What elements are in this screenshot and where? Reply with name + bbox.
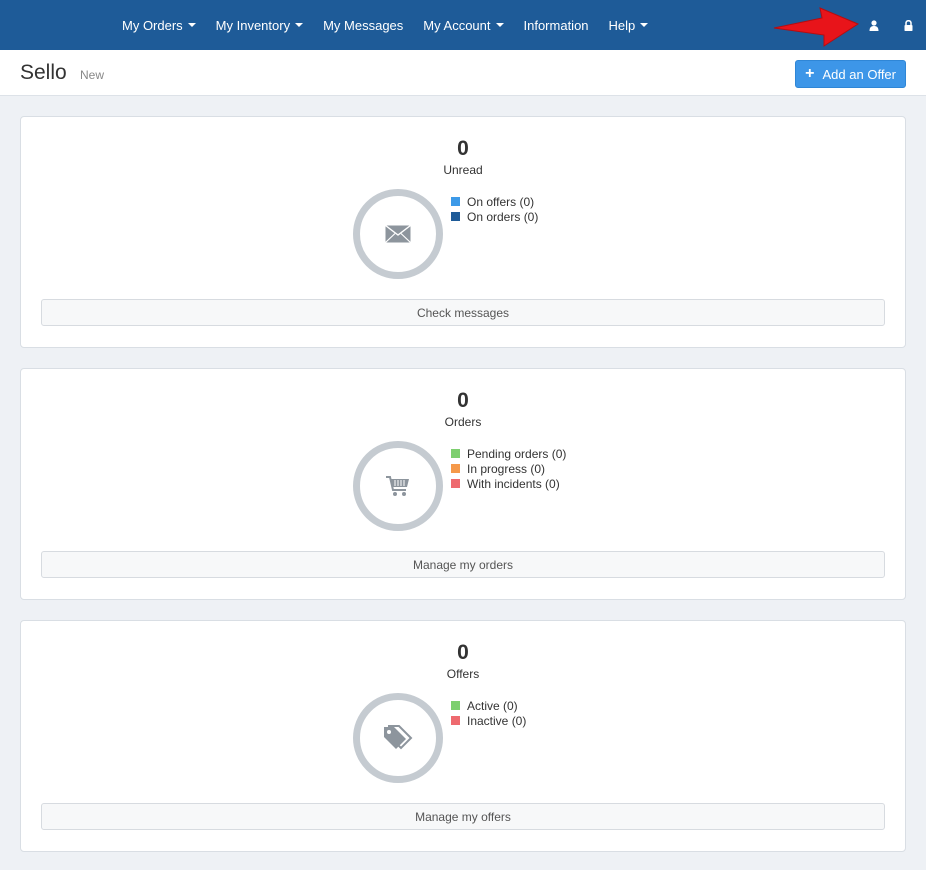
offers-label: Offers <box>446 667 480 681</box>
add-offer-label: Add an Offer <box>822 66 896 82</box>
nav-information-label: Information <box>523 17 589 33</box>
tags-icon <box>384 725 413 750</box>
lock-icon[interactable] <box>892 0 924 50</box>
manage-offers-button[interactable]: Manage my offers <box>41 803 885 830</box>
legend-swatch <box>451 197 460 206</box>
nav-menu: My Orders My Inventory My Messages My Ac… <box>112 0 658 50</box>
caret-down-icon <box>640 23 649 27</box>
nav-help-label: Help <box>608 17 636 33</box>
nav-my-account-label: My Account <box>423 17 491 33</box>
orders-label: Orders <box>444 415 482 429</box>
legend-item-pending: Pending orders (0) <box>451 446 566 461</box>
caret-down-icon <box>495 23 504 27</box>
legend-label: Inactive (0) <box>467 713 527 728</box>
legend-swatch <box>451 449 460 458</box>
orders-legend: Pending orders (0) In progress (0) With … <box>451 446 566 491</box>
caret-down-icon <box>295 23 304 27</box>
orders-count: 0 <box>457 389 469 412</box>
page-header: Sello New + Add an Offer <box>0 50 926 96</box>
offers-legend: Active (0) Inactive (0) <box>451 698 526 728</box>
unread-label: Unread <box>443 163 483 177</box>
messages-card: 0 Unread On offers (0) On orders (0) Che… <box>20 116 906 348</box>
plus-icon: + <box>805 65 815 82</box>
offers-count: 0 <box>457 641 469 664</box>
nav-my-messages-label: My Messages <box>323 17 404 33</box>
check-messages-button[interactable]: Check messages <box>41 299 885 326</box>
add-offer-button[interactable]: + Add an Offer <box>795 60 906 88</box>
top-navbar: My Orders My Inventory My Messages My Ac… <box>0 0 926 50</box>
envelope-icon <box>385 225 411 243</box>
legend-item-inactive: Inactive (0) <box>451 713 526 728</box>
nav-help[interactable]: Help <box>599 0 659 50</box>
legend-swatch <box>451 701 460 710</box>
legend-item-on-offers: On offers (0) <box>451 194 538 209</box>
legend-item-in-progress: In progress (0) <box>451 461 566 476</box>
nav-my-account[interactable]: My Account <box>413 0 513 50</box>
legend-item-on-orders: On orders (0) <box>451 209 538 224</box>
messages-ring <box>353 189 443 279</box>
nav-my-inventory[interactable]: My Inventory <box>206 0 313 50</box>
nav-my-inventory-label: My Inventory <box>215 17 291 33</box>
legend-label: In progress (0) <box>467 461 546 476</box>
legend-item-incidents: With incidents (0) <box>451 476 566 491</box>
red-arrow-annotation-icon <box>773 7 860 47</box>
legend-swatch <box>451 479 460 488</box>
page-subtitle: New <box>80 68 105 82</box>
legend-label: On orders (0) <box>467 209 539 224</box>
orders-card: 0 Orders Pending orders (0) In progress … <box>20 368 906 600</box>
orders-ring <box>353 441 443 531</box>
caret-down-icon <box>187 23 196 27</box>
messages-legend: On offers (0) On orders (0) <box>451 194 538 224</box>
legend-swatch <box>451 716 460 725</box>
legend-label: On offers (0) <box>467 194 535 209</box>
legend-label: Active (0) <box>467 698 518 713</box>
legend-label: With incidents (0) <box>467 476 560 491</box>
legend-item-active: Active (0) <box>451 698 526 713</box>
page-title: Sello <box>20 61 67 84</box>
legend-label: Pending orders (0) <box>467 446 567 461</box>
legend-swatch <box>451 212 460 221</box>
unread-count: 0 <box>457 137 469 160</box>
offers-card: 0 Offers Active (0) Inactive (0) Manage … <box>20 620 906 852</box>
cart-icon <box>386 476 409 496</box>
nav-my-messages[interactable]: My Messages <box>313 0 413 50</box>
nav-right-icons <box>858 0 926 50</box>
offers-ring <box>353 693 443 783</box>
nav-my-orders[interactable]: My Orders <box>112 0 206 50</box>
nav-my-orders-label: My Orders <box>122 17 183 33</box>
nav-information[interactable]: Information <box>514 0 599 50</box>
manage-orders-button[interactable]: Manage my orders <box>41 551 885 578</box>
legend-swatch <box>451 464 460 473</box>
user-icon[interactable] <box>858 0 890 50</box>
